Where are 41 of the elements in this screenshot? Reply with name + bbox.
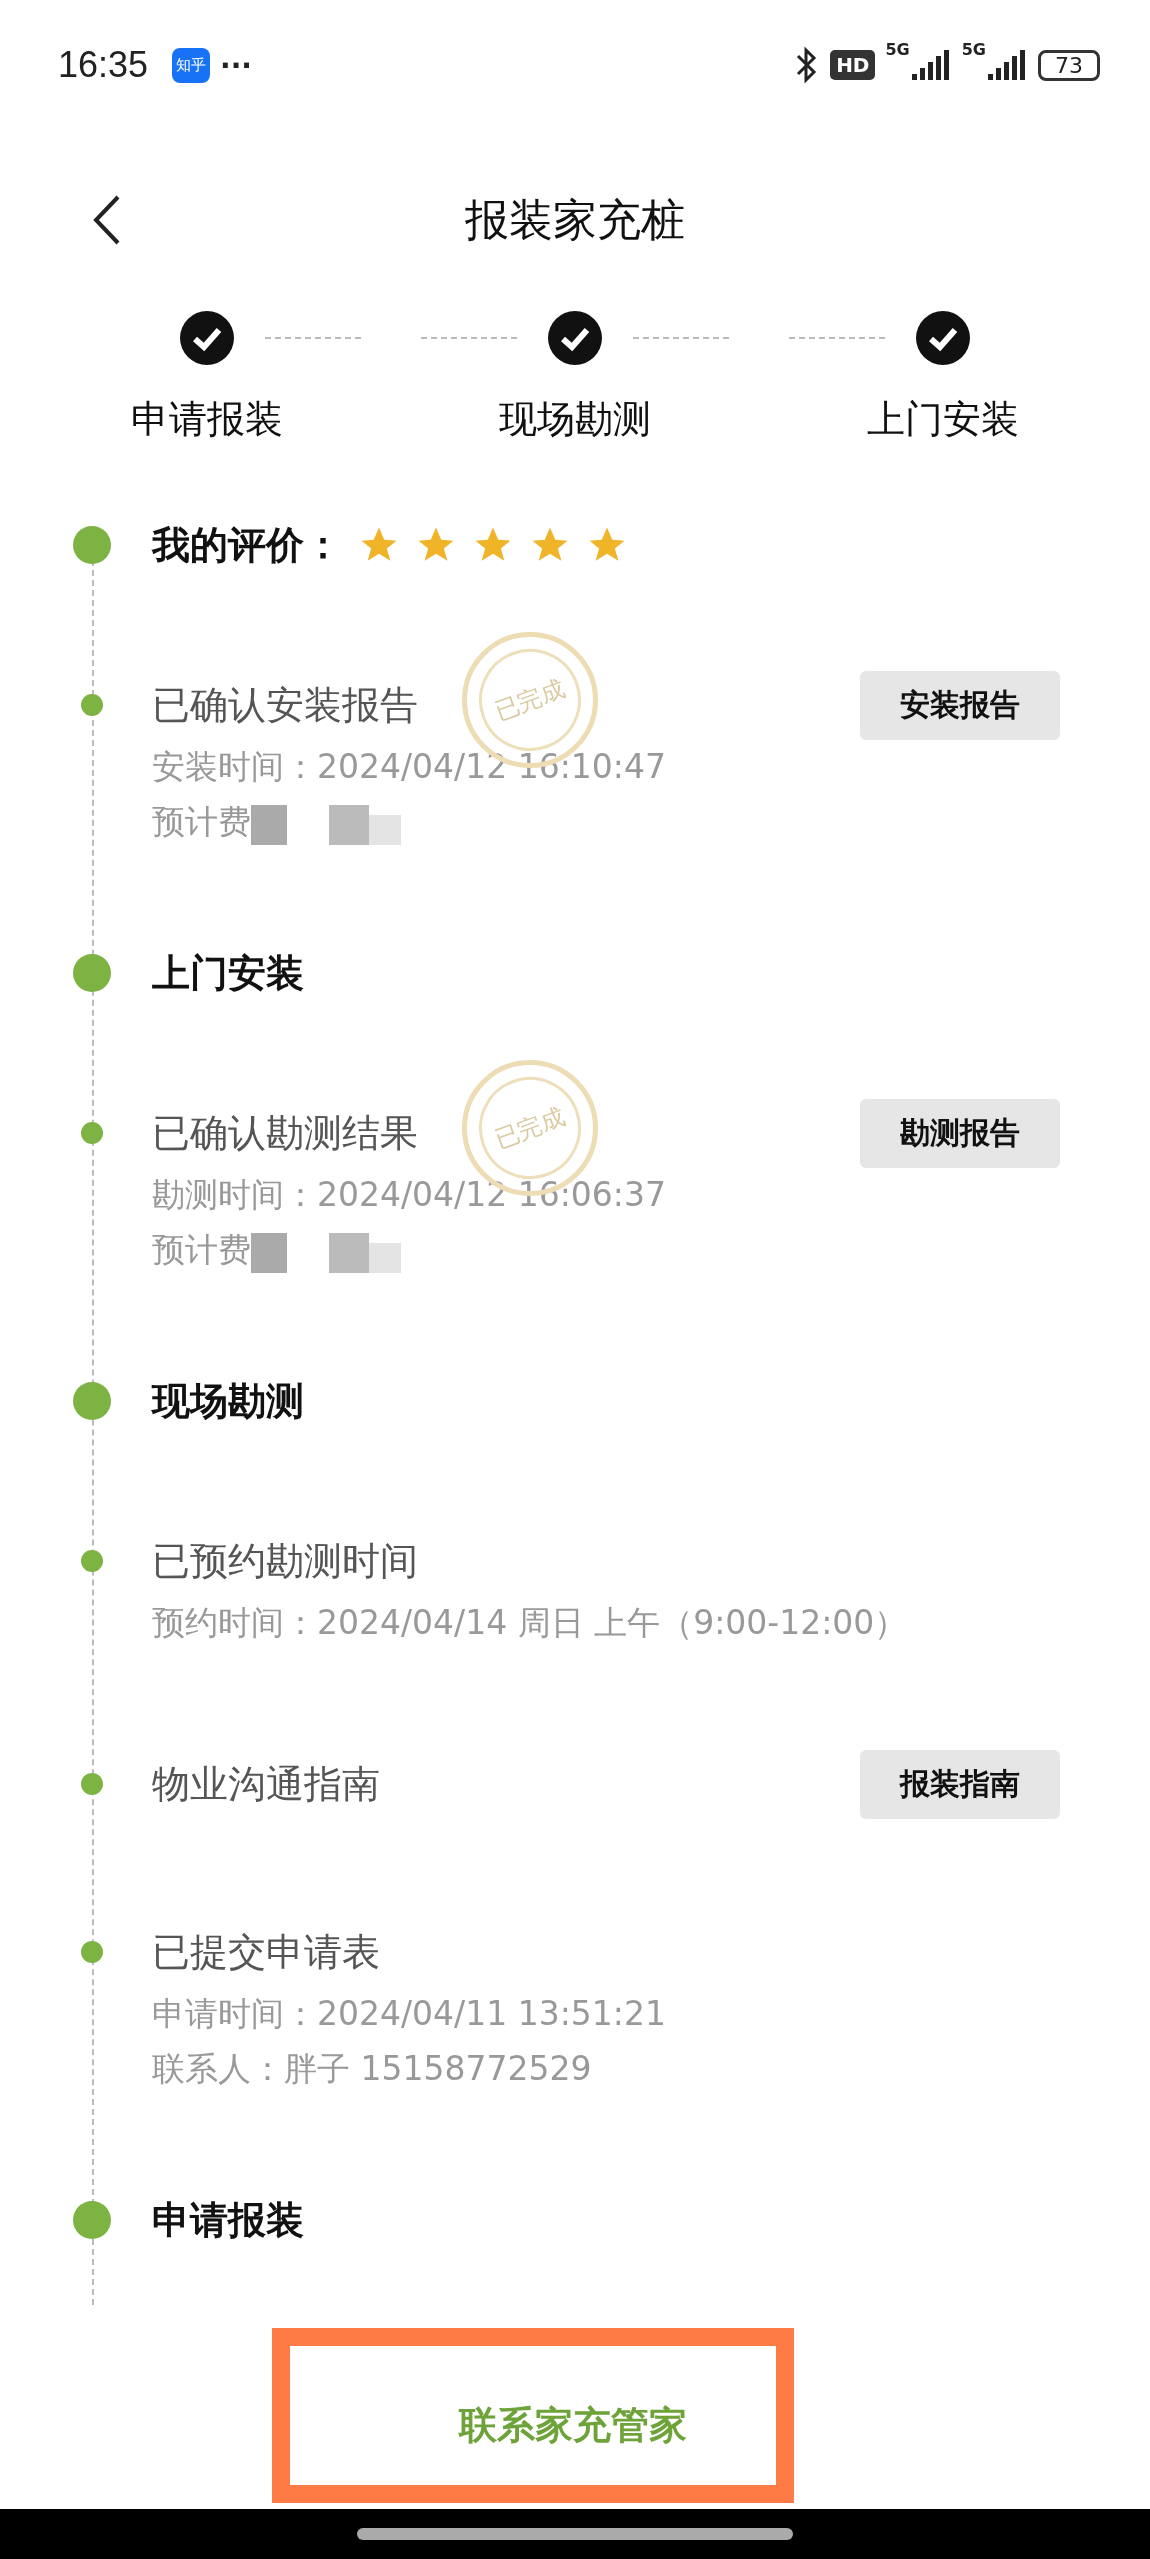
signal-icon [911,50,952,80]
rating-label: 我的评价： [152,522,342,569]
event-title: 已确认勘测结果 [152,1109,418,1157]
report-button[interactable]: 安装报告 [860,670,1060,740]
clock: 16:35 [58,44,149,86]
report-button[interactable]: 报装指南 [860,1749,1060,1819]
timeline-dot [73,2201,111,2239]
step-label: 申请报装 [131,396,283,443]
event-detail: 申请时间：2024/04/11 13:51:21 [152,1993,666,2035]
timeline-dot [73,954,111,992]
event-title: 物业沟通指南 [152,1760,380,1808]
step-label: 现场勘测 [499,396,651,443]
report-button[interactable]: 勘测报告 [860,1098,1060,1168]
event-title: 已预约勘测时间 [152,1537,418,1585]
step-label: 上门安装 [867,396,1019,443]
timeline-dot [81,1773,103,1795]
home-handle[interactable] [357,2528,793,2540]
event-title: 已提交申请表 [152,1928,380,1976]
more-indicator: ··· [220,48,252,82]
signal-icon [988,50,1028,80]
hd-badge: HD [830,50,876,80]
timeline-dot [81,1941,103,1963]
event-detail: 预计费 [152,1229,251,1271]
network-label: 5G [961,40,986,59]
timeline-dot [73,526,111,564]
page-title: 报装家充桩 [465,192,685,247]
battery-indicator: 73 [1038,49,1100,81]
event-detail: 预约时间：2024/04/14 周日 上午（9:00-12:00） [152,1602,908,1644]
event-detail: 预计费 [152,801,251,843]
network-label: 5G [885,40,910,59]
timeline-dot [81,1550,103,1572]
event-title: 已确认安装报告 [152,681,418,729]
stage-heading: 申请报装 [152,2198,304,2242]
timeline-dot [81,694,103,716]
event-detail: 联系人：胖子 15158772529 [152,2048,592,2090]
stage-heading: 上门安装 [152,951,304,995]
timeline-dot [81,1122,103,1144]
app-badge: 知乎 [172,47,211,83]
back-icon[interactable] [92,194,122,246]
stage-heading: 现场勘测 [152,1379,304,1423]
timeline-dot [73,1382,111,1420]
